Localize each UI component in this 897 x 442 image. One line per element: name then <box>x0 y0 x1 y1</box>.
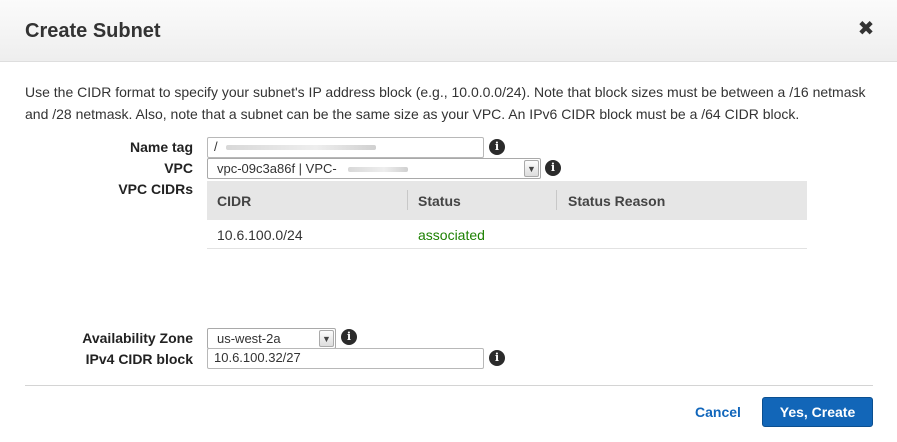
name-tag-value: / <box>214 139 218 154</box>
vpc-info-icon[interactable]: i <box>545 160 561 176</box>
name-tag-input[interactable]: / <box>207 137 484 158</box>
availability-zone-select[interactable]: us-west-2a ▼ <box>207 328 336 349</box>
availability-zone-info-icon[interactable]: i <box>341 329 357 345</box>
cancel-button[interactable]: Cancel <box>695 404 741 420</box>
column-divider <box>407 190 408 210</box>
chevron-down-icon[interactable]: ▼ <box>319 330 334 347</box>
column-header-cidr[interactable]: CIDR <box>217 193 251 209</box>
footer-divider <box>25 385 873 386</box>
table-header: CIDR Status Status Reason <box>207 181 807 220</box>
vpc-selected-value: vpc-09c3a86f | VPC- <box>217 161 337 176</box>
ipv4-cidr-label: IPv4 CIDR block <box>85 351 193 367</box>
redacted-text <box>348 167 408 172</box>
dialog-title: Create Subnet <box>25 20 161 42</box>
availability-zone-selected-value: us-west-2a <box>217 331 281 346</box>
status-cell: associated <box>418 227 485 243</box>
name-tag-label: Name tag <box>129 139 193 155</box>
table-row[interactable]: 10.6.100.0/24 associated <box>207 220 807 249</box>
vpc-cidrs-table: CIDR Status Status Reason 10.6.100.0/24 … <box>207 181 807 249</box>
yes-create-button[interactable]: Yes, Create <box>762 397 873 427</box>
vpc-select[interactable]: vpc-09c3a86f | VPC- ▼ <box>207 158 541 179</box>
vpc-label: VPC <box>164 160 193 176</box>
ipv4-cidr-info-icon[interactable]: i <box>489 350 505 366</box>
chevron-down-icon[interactable]: ▼ <box>524 160 539 177</box>
cidr-cell: 10.6.100.0/24 <box>217 227 303 243</box>
column-header-status[interactable]: Status <box>418 193 461 209</box>
dialog-description: Use the CIDR format to specify your subn… <box>25 84 866 122</box>
column-header-status-reason[interactable]: Status Reason <box>568 193 665 209</box>
vpc-cidrs-label: VPC CIDRs <box>118 181 193 197</box>
availability-zone-label: Availability Zone <box>82 330 193 346</box>
close-icon[interactable]: ✖ <box>855 18 877 40</box>
redacted-text <box>226 145 376 150</box>
name-tag-info-icon[interactable]: i <box>489 139 505 155</box>
dialog-header: Create Subnet ✖ <box>0 0 897 62</box>
column-divider <box>556 190 557 210</box>
ipv4-cidr-input[interactable]: 10.6.100.32/27 <box>207 348 484 369</box>
